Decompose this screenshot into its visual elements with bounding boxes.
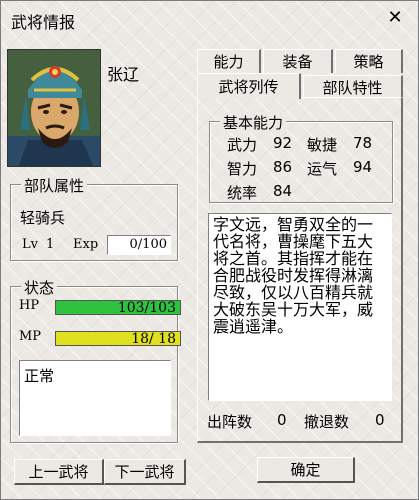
level-value: 1 (46, 237, 55, 252)
prev-general-label: 上一武将 (28, 463, 89, 481)
abilities-group: 基本能力 武力 92 敏捷 78 智力 86 运气 94 统率 84 (209, 112, 393, 203)
level-label: Lv (22, 237, 38, 252)
condition-text: 正常 (24, 367, 55, 385)
hp-bar: 103/103 (55, 300, 181, 316)
tongshuai-label: 统率 (227, 184, 258, 202)
hp-value: 103/103 (117, 300, 176, 316)
ok-button[interactable]: 确定 (257, 457, 355, 483)
hp-label: HP (19, 298, 40, 313)
next-general-label: 下一武将 (114, 463, 175, 481)
title-bar: 武将情报 ✕ (1, 1, 418, 37)
retreats-value: 0 (375, 411, 385, 429)
unit-attr-group: 部队属性 轻骑兵 Lv 1 Exp 0/100 (10, 175, 178, 261)
general-portrait (7, 49, 101, 167)
mp-label: MP (19, 329, 42, 344)
exp-value: 0/100 (129, 237, 167, 252)
sorties-label: 出阵数 (207, 413, 253, 431)
tab-ability-label: 能力 (213, 53, 244, 71)
zhili-value: 86 (273, 158, 293, 176)
mp-value: 18/ 18 (131, 331, 176, 347)
retreats-label: 撤退数 (304, 413, 350, 431)
window-title: 武将情报 (11, 13, 76, 32)
tab-biography-label: 武将列传 (218, 78, 279, 96)
tab-equipment[interactable]: 装备 (263, 49, 333, 73)
unit-type: 轻骑兵 (20, 209, 66, 227)
ok-label: 确定 (290, 461, 321, 479)
tab-unit-traits-label: 部队特性 (322, 79, 383, 97)
zhili-label: 智力 (227, 160, 258, 178)
tab-ability[interactable]: 能力 (197, 49, 261, 73)
prev-general-button[interactable]: 上一武将 (14, 459, 104, 485)
tab-equipment-label: 装备 (282, 53, 313, 71)
general-name: 张辽 (107, 65, 140, 84)
minjie-value: 78 (353, 134, 373, 152)
close-button[interactable]: ✕ (385, 9, 405, 29)
exp-label: Exp (73, 237, 99, 252)
minjie-label: 敏捷 (307, 136, 338, 154)
sorties-value: 0 (277, 411, 287, 429)
tab-biography[interactable]: 武将列传 (197, 73, 301, 99)
biography-text: 字文远，智勇双全的一代名将，曹操麾下五大将之首。其指挥才能在合肥战役时发挥得淋漓… (208, 213, 392, 401)
mp-bar: 18/ 18 (55, 331, 181, 347)
status-group: 状态 HP 103/103 MP 18/ 18 正常 (10, 277, 181, 443)
wuli-value: 92 (273, 134, 293, 152)
general-info-window: 武将情报 ✕ 张辽 部队属性 轻骑兵 Lv 1 Exp 0/100 状态 HP … (0, 0, 419, 500)
exp-field: 0/100 (107, 235, 171, 255)
general-portrait-image (8, 50, 100, 166)
tab-strategy-label: 策略 (353, 53, 384, 71)
yunqi-value: 94 (353, 158, 373, 176)
yunqi-label: 运气 (307, 160, 338, 178)
tab-strategy[interactable]: 策略 (335, 49, 403, 73)
status-title: 状态 (21, 277, 58, 298)
abilities-title: 基本能力 (220, 112, 287, 133)
tongshuai-value: 84 (273, 182, 293, 200)
tab-unit-traits[interactable]: 部队特性 (303, 75, 403, 99)
next-general-button[interactable]: 下一武将 (104, 459, 186, 485)
unit-attr-title: 部队属性 (21, 175, 88, 196)
wuli-label: 武力 (227, 136, 258, 154)
condition-box: 正常 (19, 360, 171, 436)
